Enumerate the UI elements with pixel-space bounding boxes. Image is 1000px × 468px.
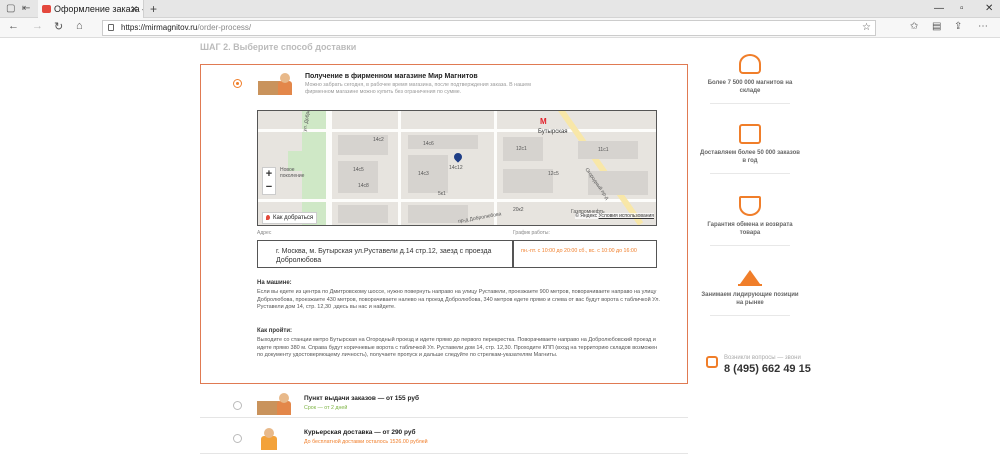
contact-phone[interactable]: 8 (495) 662 49 15 bbox=[724, 363, 811, 375]
pickup-store-description: Можно забрать сегодня, в рабочее время м… bbox=[305, 82, 531, 95]
benefit-text: Более 7 500 000 магнитов на складе bbox=[707, 80, 793, 94]
reading-list-icon[interactable]: ▤ bbox=[932, 21, 941, 32]
courier-radio[interactable] bbox=[233, 434, 242, 443]
store-address: г. Москва, м. Бутырская ул.Руставели д.1… bbox=[257, 240, 513, 268]
map-label: 5к1 bbox=[438, 191, 446, 197]
courier-free-shipping-note: До бесплатной доставки осталось 1526.00 … bbox=[304, 439, 428, 445]
map-label: 14с3 bbox=[418, 171, 429, 177]
benefit-text: Занимаем лидирующие позиции на рынке bbox=[701, 292, 799, 306]
pickup-store-radio[interactable] bbox=[233, 79, 242, 88]
map-label: Новое поколение bbox=[280, 167, 305, 179]
courier-title: Курьерская доставка — от 290 руб bbox=[304, 429, 416, 436]
mountain-flag-icon bbox=[738, 266, 762, 286]
courier-box-icon bbox=[257, 393, 291, 415]
hours-label: График работы: bbox=[513, 230, 550, 236]
route-button[interactable]: Как добраться bbox=[262, 212, 318, 224]
map-label: 14с6 bbox=[423, 141, 434, 147]
map-label: Бутырская bbox=[538, 129, 568, 135]
store-location-pin-icon[interactable] bbox=[452, 151, 464, 163]
attribution-text: © Яндекс bbox=[575, 213, 598, 219]
url-path: /order-process/ bbox=[197, 23, 252, 32]
magnet-icon bbox=[739, 54, 761, 74]
terms-link[interactable]: Условия использования bbox=[599, 213, 655, 219]
step-heading: ШАГ 2. Выберите способ доставки bbox=[200, 42, 357, 52]
courier-box-icon bbox=[258, 73, 292, 95]
close-window-icon[interactable]: ✕ bbox=[985, 0, 993, 18]
delivery-box-icon bbox=[739, 124, 761, 144]
map-label: 12с1 bbox=[516, 146, 527, 152]
pickup-point-title: Пункт выдачи заказов — от 155 руб bbox=[304, 395, 419, 402]
map-label: 11с1 bbox=[598, 147, 609, 153]
minimize-icon[interactable]: — bbox=[934, 0, 944, 18]
forward-icon[interactable]: → bbox=[32, 20, 43, 32]
map-label: 14с8 bbox=[358, 183, 369, 189]
benefit-item: Занимаем лидирующие позиции на рынке bbox=[700, 266, 800, 316]
pickup-point-radio[interactable] bbox=[233, 401, 242, 410]
lock-icon bbox=[108, 24, 114, 31]
home-icon[interactable]: ⌂ bbox=[76, 20, 83, 32]
close-tab-icon[interactable]: ✕ bbox=[130, 0, 138, 18]
map-label: 20к2 bbox=[513, 207, 524, 213]
benefit-item: Более 7 500 000 магнитов на складе bbox=[700, 54, 800, 104]
benefit-item: Доставляем более 50 000 заказов в год bbox=[700, 124, 800, 174]
new-tab-icon[interactable]: + bbox=[150, 0, 157, 18]
zoom-in-button[interactable]: + bbox=[263, 168, 275, 181]
walk-directions: Выходите со станции метро Бутырская на О… bbox=[257, 337, 658, 359]
favorites-icon[interactable]: ✩ bbox=[910, 21, 918, 32]
by-car-heading: На машине: bbox=[257, 280, 292, 286]
share-icon[interactable]: ⇪ bbox=[954, 21, 962, 32]
bookmark-star-icon[interactable]: ☆ bbox=[862, 21, 871, 35]
site-favicon-icon bbox=[42, 5, 51, 13]
pickup-store-title: Получение в фирменном магазине Мир Магни… bbox=[305, 73, 478, 80]
phone-icon bbox=[706, 356, 718, 368]
maximize-icon[interactable]: ▫ bbox=[960, 0, 964, 18]
pickup-point-term: Срок — от 2 дней bbox=[304, 405, 348, 411]
browser-tab-bar: ▢ ⇤ Оформление заказа — ✕ + — ▫ ✕ bbox=[0, 0, 1000, 18]
address-bar: ← → ↻ ⌂ https://mirmagnitov.ru/order-pro… bbox=[0, 18, 1000, 38]
map-zoom-control: + − bbox=[262, 167, 276, 195]
refresh-icon[interactable]: ↻ bbox=[54, 20, 63, 33]
shield-check-icon bbox=[739, 196, 761, 216]
browser-tab[interactable]: Оформление заказа — ✕ bbox=[38, 0, 144, 18]
back-icon[interactable]: ← bbox=[8, 20, 19, 32]
store-map[interactable]: Бутырская M 14с12 Новое поколение Огород… bbox=[257, 110, 657, 226]
map-label: 12с5 bbox=[548, 171, 559, 177]
contact-question: Возникли вопросы — звони bbox=[724, 355, 801, 361]
by-car-directions: Если вы едете из центра по Дмитровскому … bbox=[257, 289, 661, 311]
benefit-item: Гарантия обмена и возврата товара bbox=[700, 196, 800, 246]
tab-actions-icon[interactable]: ▢ bbox=[6, 3, 15, 14]
map-label: 14с5 bbox=[353, 167, 364, 173]
map-label: 14с12 bbox=[449, 165, 463, 171]
courier-option[interactable]: Курьерская доставка — от 290 руб До бесп… bbox=[200, 424, 688, 454]
benefit-text: Доставляем более 50 000 заказов в год bbox=[700, 150, 800, 164]
courier-person-icon bbox=[257, 428, 281, 450]
metro-icon: M bbox=[540, 117, 547, 126]
tab-back-icon[interactable]: ⇤ bbox=[22, 3, 30, 14]
pickup-point-option[interactable]: Пункт выдачи заказов — от 155 руб Срок —… bbox=[200, 390, 688, 418]
url-input[interactable]: https://mirmagnitov.ru/order-process/ ☆ bbox=[102, 20, 876, 36]
zoom-out-button[interactable]: − bbox=[263, 181, 275, 194]
map-attribution: © Яндекс Условия использования bbox=[575, 213, 654, 219]
benefit-text: Гарантия обмена и возврата товара bbox=[707, 222, 793, 236]
store-hours: пн.-пт. с 10:00 до 20:00 сб., вс. с 10:0… bbox=[513, 240, 657, 268]
walk-heading: Как пройти: bbox=[257, 328, 293, 334]
pickup-store-option[interactable]: Получение в фирменном магазине Мир Магни… bbox=[200, 64, 688, 384]
url-host: https://mirmagnitov.ru bbox=[121, 23, 198, 32]
map-label: 14с2 bbox=[373, 137, 384, 143]
address-label: Адрес bbox=[257, 230, 272, 236]
more-icon[interactable]: ⋯ bbox=[978, 21, 988, 32]
